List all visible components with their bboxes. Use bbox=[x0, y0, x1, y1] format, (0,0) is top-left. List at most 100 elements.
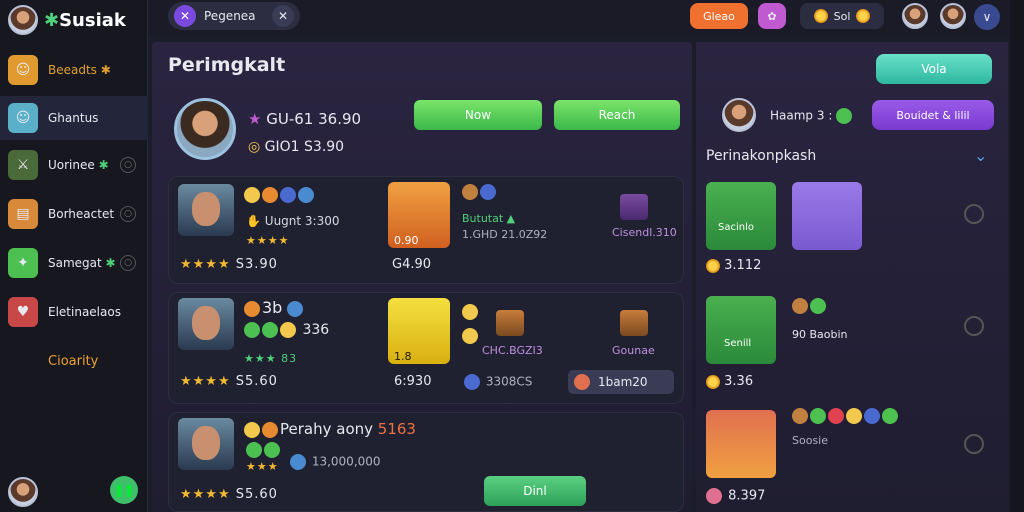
hero-card-value: 0.90 bbox=[394, 234, 419, 247]
gem-icon: ✦ bbox=[8, 248, 38, 278]
orange-action-button[interactable]: Gleao bbox=[690, 3, 748, 29]
chest-icon bbox=[496, 310, 524, 336]
item-price: G4.90 bbox=[392, 257, 432, 272]
character-icon: ☺ bbox=[8, 103, 38, 133]
item-icons bbox=[792, 298, 828, 314]
item-label: ✋ Uugnt 3:300 bbox=[246, 214, 340, 228]
build-button[interactable]: Bouidet & lilil bbox=[872, 100, 994, 130]
shield-icon bbox=[280, 187, 296, 203]
item-price: 6:930 bbox=[394, 374, 432, 389]
reward-card[interactable] bbox=[706, 296, 776, 364]
rating-stars: ★★★ bbox=[246, 460, 279, 473]
chest-label: Gounae bbox=[612, 344, 655, 357]
gem-icon bbox=[298, 187, 314, 203]
sidebar-item-4[interactable]: ✦ Samegat ✱ ○ bbox=[0, 241, 148, 285]
reward-card[interactable] bbox=[706, 182, 776, 250]
close-icon[interactable]: ✕ bbox=[174, 5, 196, 27]
opponent-label: Haamp 3 : bbox=[770, 108, 854, 124]
rating-stars: ★★★★ S5.60 bbox=[180, 374, 278, 389]
player-portrait[interactable] bbox=[174, 98, 236, 160]
status-icon: ○ bbox=[120, 255, 136, 271]
hero-icon: ☺ bbox=[8, 55, 38, 85]
sidebar-item-1[interactable]: ☺ Ghantus bbox=[0, 96, 148, 140]
sidebar-item-label: Eletinaelaos bbox=[48, 305, 121, 319]
status-icon bbox=[964, 434, 984, 454]
mid-value: 3308CS bbox=[464, 374, 532, 390]
sidebar-item-label: Beeadts ✱ bbox=[48, 63, 111, 77]
item-card-value: 1.8 bbox=[394, 350, 412, 363]
item-icons: 336 bbox=[244, 322, 329, 338]
currency-value: Sol bbox=[833, 9, 851, 23]
chest-icon bbox=[620, 194, 648, 220]
item-title: Perahy aony 5163 bbox=[244, 420, 416, 438]
player-stat-secondary: ◎ GIO1 S3.90 bbox=[248, 139, 345, 155]
chevron-down-icon[interactable]: ∨ bbox=[974, 4, 1000, 30]
active-tab[interactable]: ✕ Pegenea ✕ bbox=[168, 2, 300, 30]
pause-button[interactable]: ❚❚ bbox=[110, 476, 138, 504]
chest-label: Cisendl.310 bbox=[612, 226, 677, 239]
user-avatar[interactable] bbox=[8, 477, 38, 507]
sidebar-item-label: Uorinee ✱ bbox=[48, 158, 109, 172]
player-stat-primary: ★ GU-61 36.90 bbox=[248, 110, 362, 128]
coin-icon bbox=[856, 9, 871, 23]
heart-icon: ♥ bbox=[8, 297, 38, 327]
rating-stars: ★★★ 83 bbox=[244, 352, 298, 365]
scroll-icon: ▤ bbox=[8, 199, 38, 229]
section-title: Perinakonpkash bbox=[706, 148, 817, 164]
tab-label: Pegenea bbox=[204, 9, 256, 23]
friend-avatar[interactable] bbox=[902, 3, 928, 29]
status-icon bbox=[964, 316, 984, 336]
reach-button[interactable]: Reach bbox=[554, 100, 680, 130]
scrollbar[interactable] bbox=[1010, 0, 1024, 512]
currency-display: Sol bbox=[800, 3, 884, 29]
sidebar-item-0[interactable]: ☺ Beeadts ✱ bbox=[0, 48, 148, 92]
brand-text: Susiak bbox=[59, 9, 126, 31]
profile-avatar[interactable] bbox=[8, 5, 38, 35]
reward-value: 8.397 bbox=[706, 488, 765, 504]
reward-side-label: Soosie bbox=[792, 434, 828, 447]
close-tab-icon[interactable]: ✕ bbox=[272, 5, 294, 27]
sidebar-item-label: Ghantus bbox=[48, 111, 99, 125]
item-icons bbox=[246, 442, 282, 458]
now-button[interactable]: Now bbox=[414, 100, 542, 130]
sidebar-item-label: Samegat ✱ bbox=[48, 256, 116, 270]
reward-card[interactable] bbox=[706, 410, 776, 478]
resource-panel[interactable]: 1bam20 bbox=[568, 370, 674, 394]
vola-button[interactable]: Vola bbox=[876, 54, 992, 84]
friend-avatar[interactable] bbox=[940, 3, 966, 29]
hero-portrait bbox=[178, 418, 234, 470]
rating-stars: ★★★★ S3.90 bbox=[180, 257, 278, 272]
sidebar-item-2[interactable]: ⚔ Uorinee ✱ ○ bbox=[0, 143, 148, 187]
reward-value: 3.112 bbox=[706, 258, 761, 273]
item-sub-value: 13,000,000 bbox=[290, 454, 381, 470]
coin-bundle-card[interactable] bbox=[792, 182, 862, 250]
gift-icon[interactable]: ✿ bbox=[758, 3, 786, 29]
sidebar-item-3[interactable]: ▤ Borheactet ○ bbox=[0, 192, 148, 236]
item-icons bbox=[462, 328, 480, 344]
app-logo[interactable]: ✱Susiak bbox=[8, 4, 148, 36]
sidebar-item-label: Borheactet bbox=[48, 207, 115, 221]
rating-stars: ★★★★ bbox=[246, 234, 290, 247]
reward-value: 3.36 bbox=[706, 374, 753, 389]
reward-card-label: Senill bbox=[724, 338, 752, 349]
item-header: 3b bbox=[244, 298, 305, 317]
opponent-avatar[interactable] bbox=[722, 98, 756, 132]
mid-label: CHC.BGZI3 bbox=[482, 344, 543, 357]
sidebar-cta-link[interactable]: Cioarity bbox=[48, 354, 98, 369]
brand-name: ✱Susiak bbox=[44, 10, 126, 31]
orb-icon bbox=[262, 187, 278, 203]
coin-icon bbox=[244, 187, 260, 203]
reward-card-label: Sacinlo bbox=[718, 222, 754, 233]
chevron-down-icon[interactable]: ⌄ bbox=[974, 146, 987, 165]
reward-side-label: 90 Baobin bbox=[792, 328, 848, 341]
link-icon: ○ bbox=[120, 157, 136, 173]
coin-icon bbox=[813, 9, 828, 23]
item-sub-value: 1.GHD 21.0Z92 bbox=[462, 228, 548, 241]
warrior-icon: ⚔ bbox=[8, 150, 38, 180]
status-icon bbox=[964, 204, 984, 224]
action-button[interactable]: Dinl bbox=[484, 476, 586, 506]
sidebar-item-5[interactable]: ♥ Eletinaelaos bbox=[0, 290, 148, 334]
brand-mark-icon: ✱ bbox=[44, 9, 60, 31]
page-title: Perimgkalt bbox=[168, 54, 286, 76]
status-icon: ○ bbox=[120, 206, 136, 222]
